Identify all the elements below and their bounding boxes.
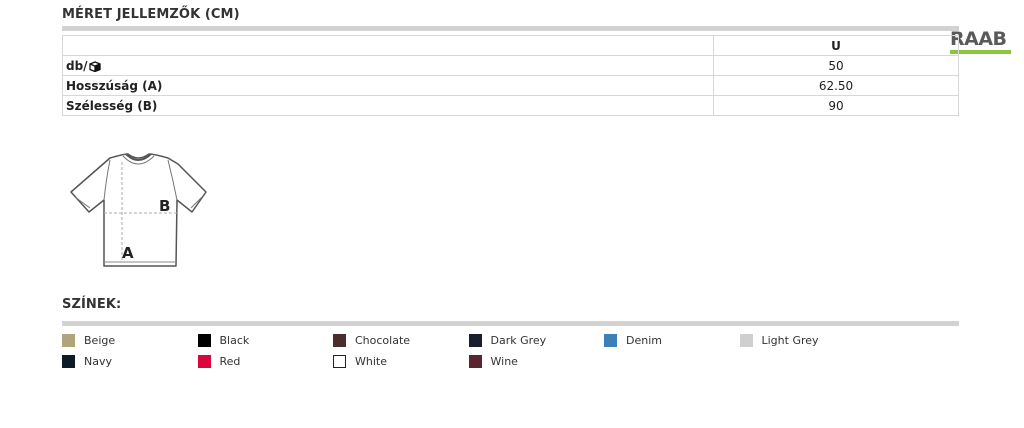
divider (62, 26, 959, 31)
brand-logo-text: RAAB (950, 28, 1007, 50)
color-swatch (333, 354, 346, 368)
color-name: Light Grey (761, 333, 819, 347)
row-label-text: db/ (66, 58, 88, 73)
row-label-length: Hosszúság (A) (62, 75, 714, 96)
table-row: Szélesség (B) 90 (62, 95, 959, 116)
color-swatch (62, 354, 75, 368)
row-value: 90 (713, 95, 959, 116)
colors-section-title: SZÍNEK: (62, 297, 122, 312)
color-name: Red (219, 354, 241, 368)
color-option: Light Grey (739, 332, 819, 348)
color-option: Navy (62, 353, 112, 369)
color-name: Dark Grey (490, 333, 547, 347)
color-swatch (333, 333, 346, 347)
color-name: Black (219, 333, 250, 347)
color-option: Black (197, 332, 250, 348)
tshirt-measurement-diagram: B A (70, 153, 207, 267)
row-label-quantity: db/ (62, 55, 714, 76)
color-name: White (355, 354, 387, 368)
color-option: White (333, 353, 387, 369)
color-name: Beige (84, 333, 116, 347)
color-option: Wine (468, 353, 518, 369)
color-swatch (468, 333, 482, 347)
divider (62, 321, 959, 326)
table-header-cell (62, 35, 714, 56)
table-row: db/ 50 (62, 55, 959, 76)
color-swatch (739, 333, 753, 347)
color-option: Denim (604, 332, 662, 348)
row-label-width: Szélesség (B) (62, 95, 714, 116)
color-option: Dark Grey (468, 332, 547, 348)
size-section-title: MÉRET JELLEMZŐK (CM) (62, 7, 240, 22)
color-name: Navy (84, 354, 112, 368)
color-name: Denim (626, 333, 662, 347)
table-row: Hosszúság (A) 62.50 (62, 75, 959, 96)
brand-logo-bar (950, 50, 1011, 54)
diagram-label-a: A (122, 244, 134, 262)
color-swatch (197, 354, 211, 368)
row-value: 62.50 (713, 75, 959, 96)
color-swatch (468, 354, 482, 368)
color-swatch (604, 333, 617, 347)
table-header-row: U (62, 35, 959, 56)
row-value: 50 (713, 55, 959, 76)
box-icon (88, 60, 101, 72)
color-option: Red (197, 353, 241, 369)
size-table: U db/ 50 Hosszúság (A) 62.50 Szélesség (… (62, 35, 959, 116)
color-option: Chocolate (333, 332, 410, 348)
color-option: Beige (62, 332, 115, 348)
brand-logo: RAAB (950, 29, 1012, 55)
color-swatch (197, 333, 211, 347)
color-name: Wine (490, 354, 518, 368)
color-name: Chocolate (355, 333, 411, 347)
table-header-size-u: U (713, 35, 959, 56)
color-swatch (62, 333, 75, 347)
diagram-label-b: B (159, 197, 170, 215)
